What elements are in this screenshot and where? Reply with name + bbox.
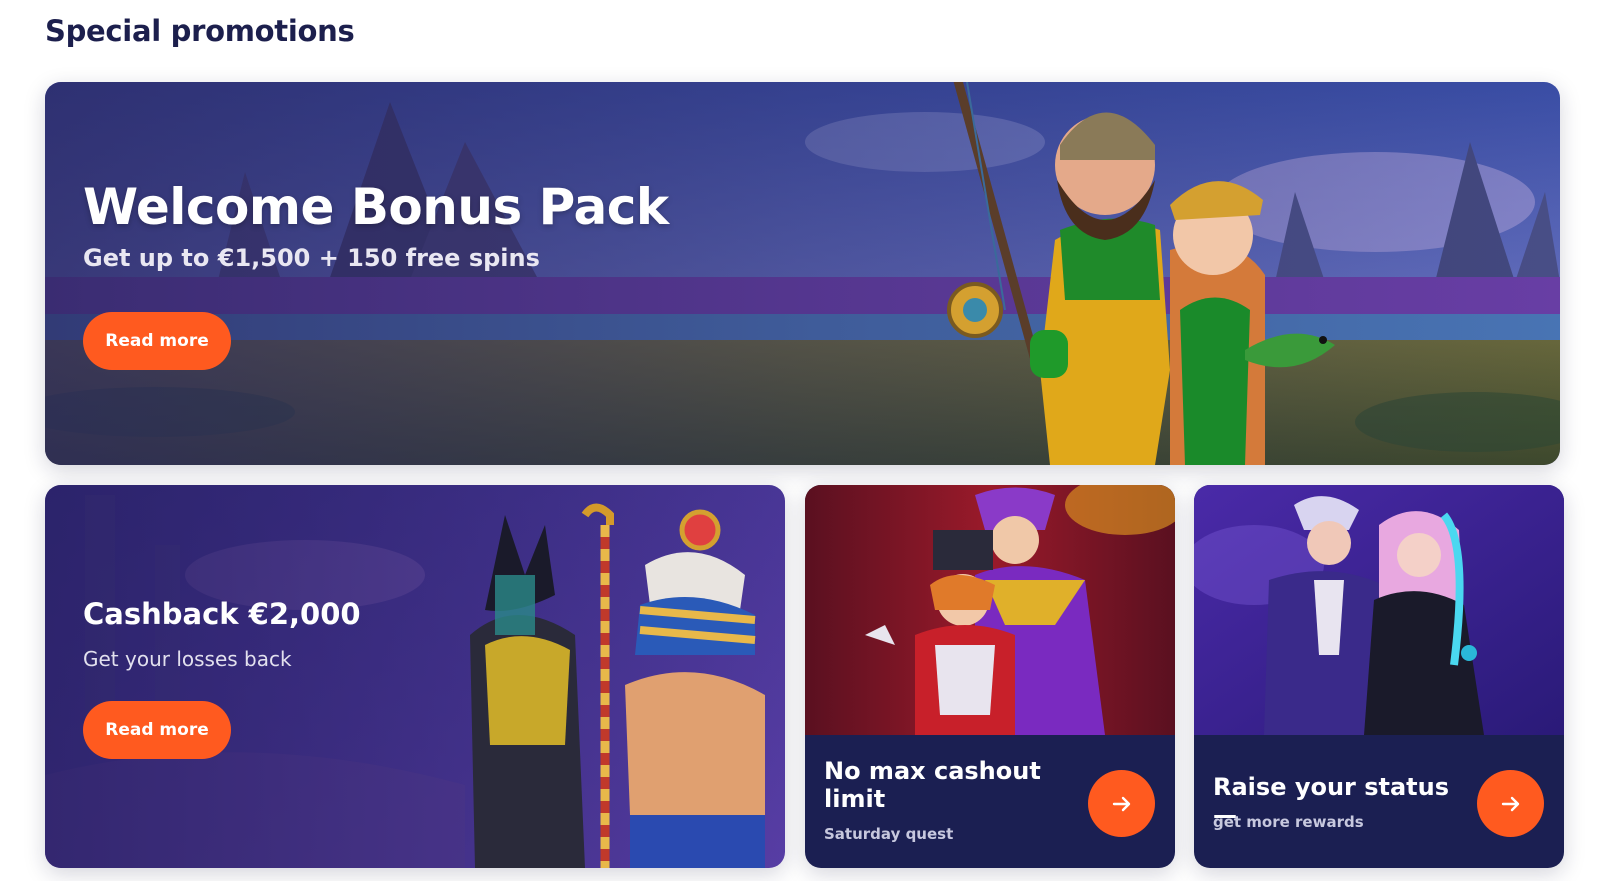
cashback-read-more-button[interactable]: Read more	[83, 701, 231, 759]
cashback-subtitle: Get your losses back	[83, 647, 292, 671]
fisherman-characters-illustration	[947, 82, 1335, 465]
raise-status-card[interactable]: Raise your status — get more rewards	[1194, 485, 1564, 868]
status-card-subtitle: get more rewards	[1213, 813, 1364, 831]
no-max-cashout-card[interactable]: No max cashout limit Saturday quest	[805, 485, 1175, 868]
quest-card-subtitle: Saturday quest	[824, 825, 954, 843]
quest-card-title: No max cashout limit	[824, 757, 1041, 813]
cashback-card[interactable]: Cashback €2,000 Get your losses back Rea…	[45, 485, 785, 868]
welcome-bonus-card[interactable]: Welcome Bonus Pack Get up to €1,500 + 15…	[45, 82, 1560, 465]
arrow-right-icon	[1112, 796, 1130, 811]
vip-characters-illustration	[1194, 485, 1564, 735]
section-title: Special promotions	[45, 14, 355, 48]
hero-subtitle: Get up to €1,500 + 150 free spins	[83, 244, 540, 272]
quest-arrow-button[interactable]	[1088, 770, 1155, 837]
circus-characters-illustration	[805, 485, 1175, 735]
status-arrow-button[interactable]	[1477, 770, 1544, 837]
hero-read-more-button[interactable]: Read more	[83, 312, 231, 370]
egyptian-gods-illustration	[470, 503, 765, 868]
hero-title: Welcome Bonus Pack	[83, 178, 669, 236]
cashback-title: Cashback €2,000	[83, 597, 361, 631]
arrow-right-icon	[1501, 796, 1519, 811]
